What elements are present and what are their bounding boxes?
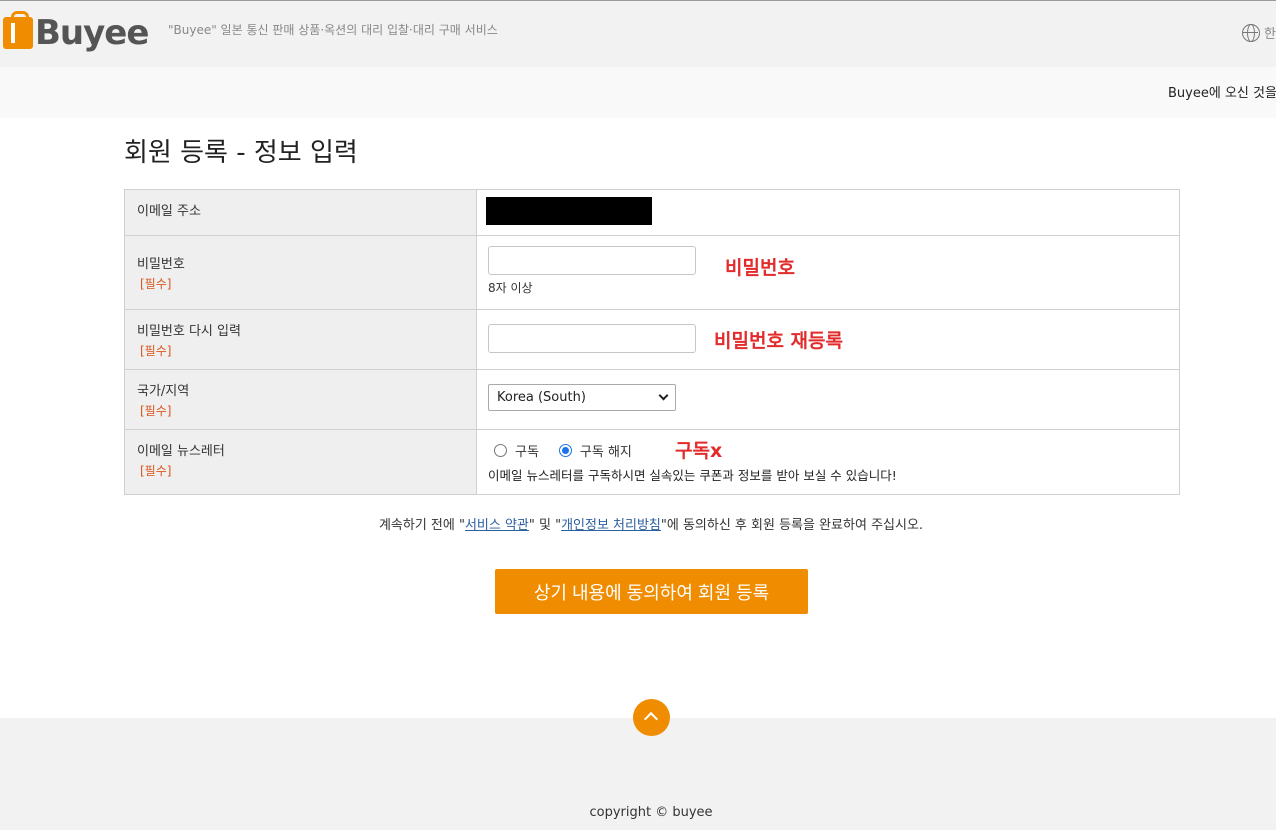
password-label-text: 비밀번호 (137, 257, 185, 272)
password-input[interactable] (488, 246, 696, 275)
privacy-link[interactable]: 개인정보 처리방침 (561, 518, 661, 533)
newsletter-annotation: 구독x (675, 440, 723, 462)
country-label: 국가/지역 [필수] (124, 369, 477, 430)
country-selected-value: Korea (South) (497, 390, 586, 405)
chevron-down-icon (658, 390, 669, 401)
registration-form: 이메일 주소 비밀번호 [필수] 8자 이상 비밀번호 비밀번호 다시 입력 [… (124, 189, 1180, 495)
password-confirm-label: 비밀번호 다시 입력 [필수] (124, 309, 477, 370)
password-confirm-label-text: 비밀번호 다시 입력 (137, 324, 241, 339)
newsletter-row: 이메일 뉴스레터 [필수] 구독 구독 해지 이메일 뉴스레터를 구독하시면 실… (124, 429, 1180, 495)
required-tag: [필수] (140, 277, 172, 291)
agreement-text: 계속하기 전에 "서비스 약관" 및 "개인정보 처리방침"에 동의하신 후 회… (0, 514, 1276, 533)
email-row: 이메일 주소 (124, 189, 1180, 236)
email-label: 이메일 주소 (124, 189, 477, 236)
top-header: Buyee "Buyee" 일본 통신 판매 상품·옥션의 대리 입찰·대리 구… (0, 0, 1276, 67)
email-value-cell (477, 190, 1180, 236)
subscribe-label[interactable]: 구독 (515, 441, 539, 460)
password-hint: 8자 이상 (488, 281, 533, 295)
subscribe-radio[interactable] (494, 444, 507, 457)
newsletter-label: 이메일 뉴스레터 [필수] (124, 429, 477, 495)
password-confirm-annotation: 비밀번호 재등록 (714, 330, 843, 352)
required-tag: [필수] (140, 344, 172, 358)
agreement-suffix: "에 동의하신 후 회원 등록을 완료하여 주십시오. (660, 518, 924, 533)
password-confirm-value-cell: 비밀번호 재등록 (476, 309, 1180, 370)
password-value-cell: 8자 이상 비밀번호 (476, 235, 1180, 310)
logo-text: Buyee (35, 13, 149, 53)
country-select[interactable]: Korea (South) (488, 384, 676, 411)
shopping-bag-icon (3, 11, 33, 49)
language-selector[interactable]: 한 (1242, 23, 1276, 42)
scroll-to-top-button[interactable] (633, 699, 670, 736)
newsletter-label-text: 이메일 뉴스레터 (137, 444, 225, 459)
password-annotation: 비밀번호 (725, 257, 795, 279)
welcome-bar: Buyee에 오신 것을 (0, 67, 1276, 118)
password-confirm-row: 비밀번호 다시 입력 [필수] 비밀번호 재등록 (124, 309, 1180, 370)
welcome-message: Buyee에 오신 것을 (1168, 86, 1276, 101)
email-redacted (486, 197, 652, 225)
country-value-cell: Korea (South) (476, 369, 1180, 430)
email-label-text: 이메일 주소 (137, 204, 201, 219)
buyee-logo[interactable]: Buyee (3, 11, 149, 53)
password-label: 비밀번호 [필수] (124, 235, 477, 310)
copyright-text: copyright © buyee (589, 805, 713, 820)
page-title: 회원 등록 - 정보 입력 (124, 138, 358, 168)
country-row: 국가/지역 [필수] Korea (South) (124, 369, 1180, 430)
country-label-text: 국가/지역 (137, 384, 190, 399)
globe-icon (1242, 23, 1260, 42)
required-tag: [필수] (140, 464, 172, 478)
newsletter-description: 이메일 뉴스레터를 구독하시면 실속있는 쿠폰과 정보를 받아 보실 수 있습니… (488, 468, 897, 483)
language-label: 한 (1264, 27, 1276, 42)
unsubscribe-radio[interactable] (558, 444, 572, 457)
site-tagline: "Buyee" 일본 통신 판매 상품·옥션의 대리 입찰·대리 구매 서비스 (168, 23, 498, 37)
newsletter-value-cell: 구독 구독 해지 이메일 뉴스레터를 구독하시면 실속있는 쿠폰과 정보를 받아… (476, 429, 1180, 495)
newsletter-options: 구독 구독 해지 (488, 441, 1168, 460)
register-button[interactable]: 상기 내용에 동의하여 회원 등록 (495, 569, 808, 614)
password-confirm-input[interactable] (488, 324, 696, 353)
terms-link[interactable]: 서비스 약관 (465, 518, 529, 533)
unsubscribe-label[interactable]: 구독 해지 (580, 441, 632, 460)
password-row: 비밀번호 [필수] 8자 이상 비밀번호 (124, 235, 1180, 310)
agreement-prefix: 계속하기 전에 " (378, 518, 465, 533)
required-tag: [필수] (140, 404, 172, 418)
agreement-middle: " 및 " (528, 518, 562, 533)
